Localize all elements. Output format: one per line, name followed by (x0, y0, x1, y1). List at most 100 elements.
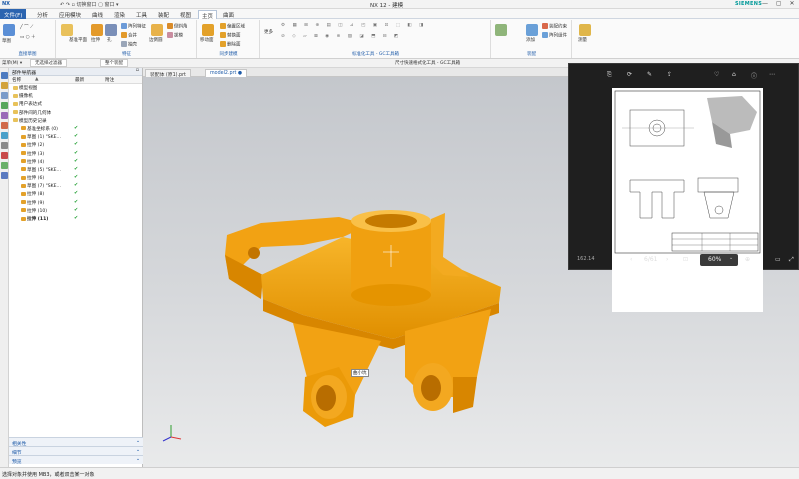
roles-icon[interactable] (1, 142, 8, 149)
share-icon[interactable]: ⇪ (667, 71, 672, 78)
col-recent[interactable]: 最新 (75, 77, 84, 83)
tab-assembly[interactable]: 装配 (155, 10, 172, 19)
manufacturing-wizard-icon[interactable] (1, 172, 8, 179)
component-pattern-button[interactable]: 阵列组件 (542, 32, 567, 39)
drawing-sheet[interactable] (612, 88, 763, 312)
assembly-navigator-icon[interactable] (1, 82, 8, 89)
pin-icon[interactable]: ⌂ (732, 71, 736, 78)
unite-button[interactable]: 合并 (121, 32, 137, 39)
tree-row[interactable]: 摄像机 (9, 92, 142, 100)
col-note[interactable]: 附注 (105, 77, 114, 83)
move-face-button[interactable]: 移动面 (200, 37, 214, 43)
tab-surface[interactable]: 曲面 (220, 10, 237, 19)
draft-button[interactable]: 拔模 (167, 32, 183, 39)
tree-row[interactable]: 草图 (1) "SKE... ✔ (9, 133, 142, 141)
extrude-button[interactable]: 拉伸 (91, 37, 100, 43)
gc-format-toolbar[interactable]: 尺寸快速格式化工具 - GC工具箱 (395, 60, 460, 66)
reuse-library-icon[interactable] (1, 102, 8, 109)
gc-tool-icons[interactable]: ⚙ ▦ ⊞ ⊕ ▤ ◫ ⊿ ◰ ▣ ⊡ ⬚ ◧ ◨ (281, 23, 426, 28)
tree-row[interactable]: 拉伸 (3) ✔ (9, 150, 142, 158)
tab-home[interactable]: 主页 (198, 10, 218, 20)
maximize-icon[interactable]: ▫ (136, 68, 139, 73)
constraint-navigator-icon[interactable] (1, 92, 8, 99)
tree-row[interactable]: 草图 (5) "SKE... ✔ (9, 166, 142, 174)
gc-tool-icons-2[interactable]: ⊘ ◇ ▱ ⊠ ◉ ⊛ ▨ ◪ ⬒ ⊟ ◩ (281, 34, 401, 39)
tree-row[interactable]: 拉伸 (10) ✔ (9, 207, 142, 215)
palette-icon[interactable] (1, 132, 8, 139)
tab-render[interactable]: 渲染 (111, 10, 128, 19)
tree-row[interactable]: 拉伸 (11) ✔ (9, 215, 142, 223)
sort-icon[interactable]: ▲ (35, 77, 39, 82)
doc-tab-assembly[interactable]: 装配体 (原1).prt (145, 69, 191, 78)
datum-plane-icon[interactable] (61, 24, 73, 36)
measure-button[interactable]: 测量 (578, 37, 587, 43)
edge-blend-icon[interactable] (151, 24, 163, 36)
zoom-in-icon[interactable]: ⊕ (745, 256, 750, 263)
tab-curve[interactable]: 曲线 (89, 10, 106, 19)
crop-icon[interactable]: ⎘ (607, 71, 612, 79)
quick-access-toolbar[interactable]: ↶ ↷ ▫ 切换窗口 ▢ 窗口 ▾ (60, 1, 119, 8)
hole-icon[interactable] (105, 24, 117, 36)
footer-dependencies[interactable]: 相关性 ⌄ (9, 437, 143, 447)
tab-analysis[interactable]: 分析 (34, 10, 51, 19)
info-icon[interactable]: ⓘ (751, 71, 757, 80)
sketch-button[interactable]: 草图 (2, 38, 11, 44)
footer-preview[interactable]: 预览 ⌄ (9, 455, 143, 465)
tree-row[interactable]: 模型历史记录 (9, 117, 142, 125)
hole-button[interactable]: 孔 (107, 37, 112, 43)
pattern-button[interactable]: 阵列特征 (121, 23, 146, 30)
replace-face-button[interactable]: 替换面 (220, 32, 241, 39)
part-navigator-icon[interactable] (1, 72, 8, 79)
next-icon[interactable]: › (666, 256, 668, 263)
offset-region-button[interactable]: 偏置区域 (220, 23, 245, 30)
tree-row[interactable]: 部件间的几何体 (9, 109, 142, 117)
sketch-icon[interactable] (3, 24, 15, 36)
tree-row[interactable]: 拉伸 (6) ✔ (9, 174, 142, 182)
filter-select[interactable]: 无选择过滤器 (30, 59, 67, 67)
tree-row[interactable]: 草图 (7) "SKE... ✔ (9, 182, 142, 190)
measure-icon[interactable] (579, 24, 591, 36)
col-name[interactable]: 名称 (12, 77, 21, 83)
add-icon[interactable] (526, 24, 538, 36)
fit-icon[interactable]: ⊡ (683, 256, 688, 263)
prev-icon[interactable]: ‹ (630, 256, 632, 263)
rect-icon[interactable]: ▭ ○ ＋ (20, 34, 36, 40)
tree-row[interactable]: 模型视图 (9, 84, 142, 92)
edge-blend-button[interactable]: 边倒圆 (149, 37, 163, 43)
tree-row[interactable]: 用户表达式 (9, 100, 142, 108)
more-button[interactable]: 更多 (264, 29, 273, 35)
tab-tools[interactable]: 工具 (133, 10, 150, 19)
right-flange[interactable] (431, 213, 469, 277)
tree-row[interactable]: 拉伸 (4) ✔ (9, 158, 142, 166)
tree-row[interactable]: 拉伸 (2) ✔ (9, 141, 142, 149)
zoom-select[interactable]: 60% ⌄ (700, 254, 738, 266)
favorite-icon[interactable]: ♡ (714, 71, 719, 78)
history-icon[interactable] (1, 112, 8, 119)
system-materials-icon[interactable] (1, 152, 8, 159)
chamfer-button[interactable]: 倒斜角 (167, 23, 188, 30)
slideshow-icon[interactable]: ▭ (775, 256, 781, 263)
web-browser-icon[interactable] (1, 122, 8, 129)
delete-face-button[interactable]: 删除面 (220, 41, 241, 48)
fullscreen-icon[interactable]: ⤢ (789, 256, 794, 264)
more-icon[interactable]: ⋯ (769, 71, 775, 78)
constraint-button[interactable]: 装配约束 (542, 23, 567, 30)
right-lug-hole[interactable] (421, 375, 441, 401)
tool-icon[interactable] (495, 24, 507, 36)
rotate-icon[interactable]: ⟳ (627, 71, 632, 78)
move-face-icon[interactable] (202, 24, 214, 36)
footer-details[interactable]: 细节 ⌄ (9, 446, 143, 456)
tree-row[interactable]: 拉伸 (9) ✔ (9, 199, 142, 207)
doc-tab-model2[interactable]: model2.prt ● (205, 69, 248, 77)
menu-button[interactable]: 菜单(M) ▾ (2, 60, 22, 66)
scope-select[interactable]: 整个装配 (100, 59, 128, 67)
tab-application[interactable]: 应用模块 (56, 10, 84, 19)
window-controls[interactable]: — ▢ ✕ (762, 0, 798, 7)
process-studio-icon[interactable] (1, 162, 8, 169)
line-icon[interactable]: ╱ ⌒ ⟋ (20, 24, 33, 30)
edit-icon[interactable]: ✎ (647, 71, 652, 78)
add-button[interactable]: 添加 (526, 37, 535, 43)
shell-button[interactable]: 抽壳 (121, 41, 137, 48)
tab-file[interactable]: 文件(F) (0, 9, 27, 19)
tab-view[interactable]: 视图 (177, 10, 194, 19)
